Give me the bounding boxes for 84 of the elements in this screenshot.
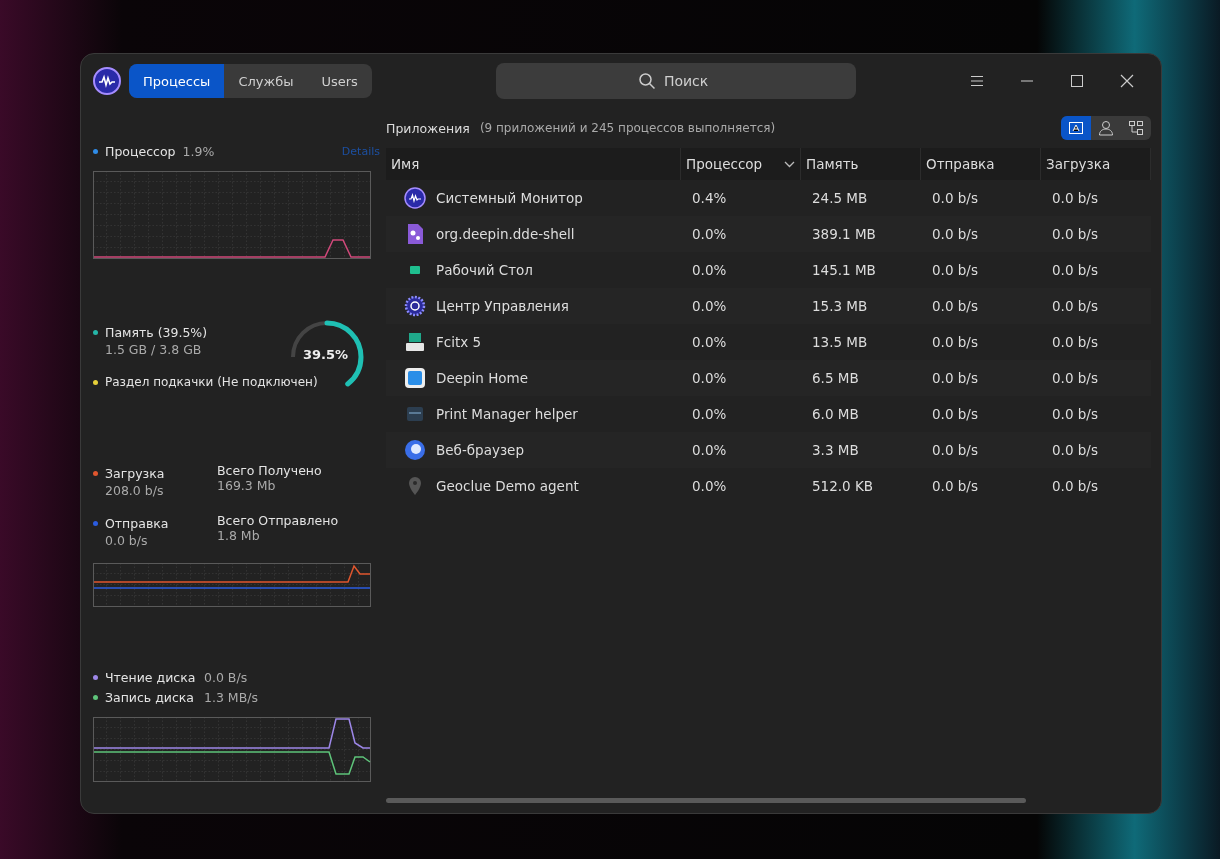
disk-speed: 1.3 MB/s xyxy=(204,689,258,705)
table-cell-text: 145.1 MB xyxy=(811,262,877,278)
search-icon xyxy=(637,72,656,90)
column-header[interactable]: Имя xyxy=(386,148,681,180)
table-cell-text: 0.0 b/s xyxy=(931,298,979,314)
network-label: Загрузка xyxy=(105,465,165,481)
table-cell-text: 0.0% xyxy=(691,406,728,422)
app-name: Geoclue Demo agent xyxy=(436,478,579,494)
table-cell-text: 0.0 b/s xyxy=(931,406,979,422)
column-header[interactable]: Процессор xyxy=(681,148,801,180)
table-cell-text: 0.0 b/s xyxy=(1051,478,1099,494)
app-name: Рабочий Стол xyxy=(436,262,533,278)
close-icon xyxy=(1120,74,1134,88)
cpu-label: Процессор xyxy=(105,143,176,159)
table-cell-text: 0.0 b/s xyxy=(931,442,979,458)
menu-icon xyxy=(970,75,984,87)
scrollbar[interactable] xyxy=(386,798,1026,803)
search-bar[interactable]: Поиск xyxy=(495,63,856,99)
table-cell-text: 13.5 MB xyxy=(811,334,869,350)
cpu-value: 1.9% xyxy=(182,143,215,159)
column-header[interactable]: Загрузка xyxy=(1041,148,1151,180)
app-name: org.deepin.dde-shell xyxy=(436,226,575,242)
disk-label: Запись диска xyxy=(105,689,196,705)
table-cell-text: 0.4% xyxy=(691,190,728,206)
table-cell-text: 512.0 KB xyxy=(811,478,875,494)
app-logo-icon xyxy=(93,67,121,95)
column-header[interactable]: Отправка xyxy=(921,148,1041,180)
memory-percent: 39.5% xyxy=(303,347,349,362)
tab[interactable]: Процессы xyxy=(129,64,225,98)
table-cell-text: 0.0 b/s xyxy=(1051,406,1099,422)
table-cell-text: 389.1 MB xyxy=(811,226,877,242)
column-header[interactable]: Память xyxy=(801,148,921,180)
table-cell-text: 0.0 b/s xyxy=(931,370,979,386)
maximize-icon xyxy=(1070,75,1084,87)
table-cell-text: 0.0 b/s xyxy=(1051,298,1099,314)
swap-label: Раздел подкачки (Не подключен) xyxy=(105,375,318,389)
app-name: Fcitx 5 xyxy=(436,334,482,350)
app-name: Deepin Home xyxy=(436,370,529,386)
table-cell-text: 3.3 MB xyxy=(811,442,860,458)
table-cell-text: 0.0 b/s xyxy=(931,190,979,206)
table-cell-text: 0.0 b/s xyxy=(1051,370,1099,386)
table-cell-text: 0.0 b/s xyxy=(1051,442,1099,458)
tab[interactable]: Users xyxy=(307,64,372,98)
network-label: Отправка xyxy=(105,515,169,531)
table-cell-text: 0.0 b/s xyxy=(931,334,979,350)
network-total: 169.3 Mb xyxy=(217,478,276,495)
table-cell-text: 6.0 MB xyxy=(811,406,860,422)
network-total: 1.8 Mb xyxy=(217,528,260,545)
table-cell-text: 0.0 b/s xyxy=(1051,262,1099,278)
network-speed: 208.0 b/s xyxy=(105,483,164,500)
network-speed: 0.0 b/s xyxy=(105,533,148,550)
table-cell-text: 0.0 b/s xyxy=(931,262,979,278)
table-cell-text: 0.0% xyxy=(691,334,728,350)
memory-label: Память (39.5%) xyxy=(105,324,208,340)
network-total-label: Всего Получено xyxy=(217,463,323,478)
table-cell-text: 0.0 b/s xyxy=(1051,334,1099,350)
disk-speed: 0.0 B/s xyxy=(204,669,248,685)
app-name: Веб-браузер xyxy=(436,442,524,458)
disk-label: Чтение диска xyxy=(105,669,197,685)
table-cell-text: 0.0 b/s xyxy=(1051,226,1099,242)
table-cell-text: 15.3 MB xyxy=(811,298,869,314)
search-field[interactable]: Поиск xyxy=(661,72,714,90)
tab[interactable]: Службы xyxy=(224,64,308,98)
table-cell-text: 0.0 b/s xyxy=(1051,190,1099,206)
table-cell-text: 24.5 MB xyxy=(811,190,869,206)
table-cell-text: 0.0 b/s xyxy=(931,226,979,242)
app-name: Центр Управления xyxy=(436,298,569,314)
table-cell-text: 0.0% xyxy=(691,298,728,314)
table-cell-text: 0.0% xyxy=(691,262,728,278)
app-name: Системный Монитор xyxy=(436,190,583,206)
app-view-icon[interactable] xyxy=(1061,116,1091,140)
table-cell-text: 6.5 MB xyxy=(811,370,860,386)
table-cell-text: 0.0 b/s xyxy=(931,478,979,494)
table-cell-text: 0.0% xyxy=(691,370,728,386)
monitor-app-icon xyxy=(404,187,426,209)
app-name: Print Manager helper xyxy=(436,406,578,422)
table-cell-text: 0.0% xyxy=(691,478,728,494)
memory-usage: 1.5 GB / 3.8 GB xyxy=(105,342,202,359)
network-total-label: Всего Отправлено xyxy=(217,513,340,528)
settings-app-icon xyxy=(404,295,426,317)
table-cell-text: 0.0% xyxy=(691,226,728,242)
process-summary: (9 приложений и 245 процессов выполняется) xyxy=(479,121,776,135)
table-cell-text: 0.0% xyxy=(691,442,728,458)
section-title: Приложения xyxy=(386,120,470,136)
